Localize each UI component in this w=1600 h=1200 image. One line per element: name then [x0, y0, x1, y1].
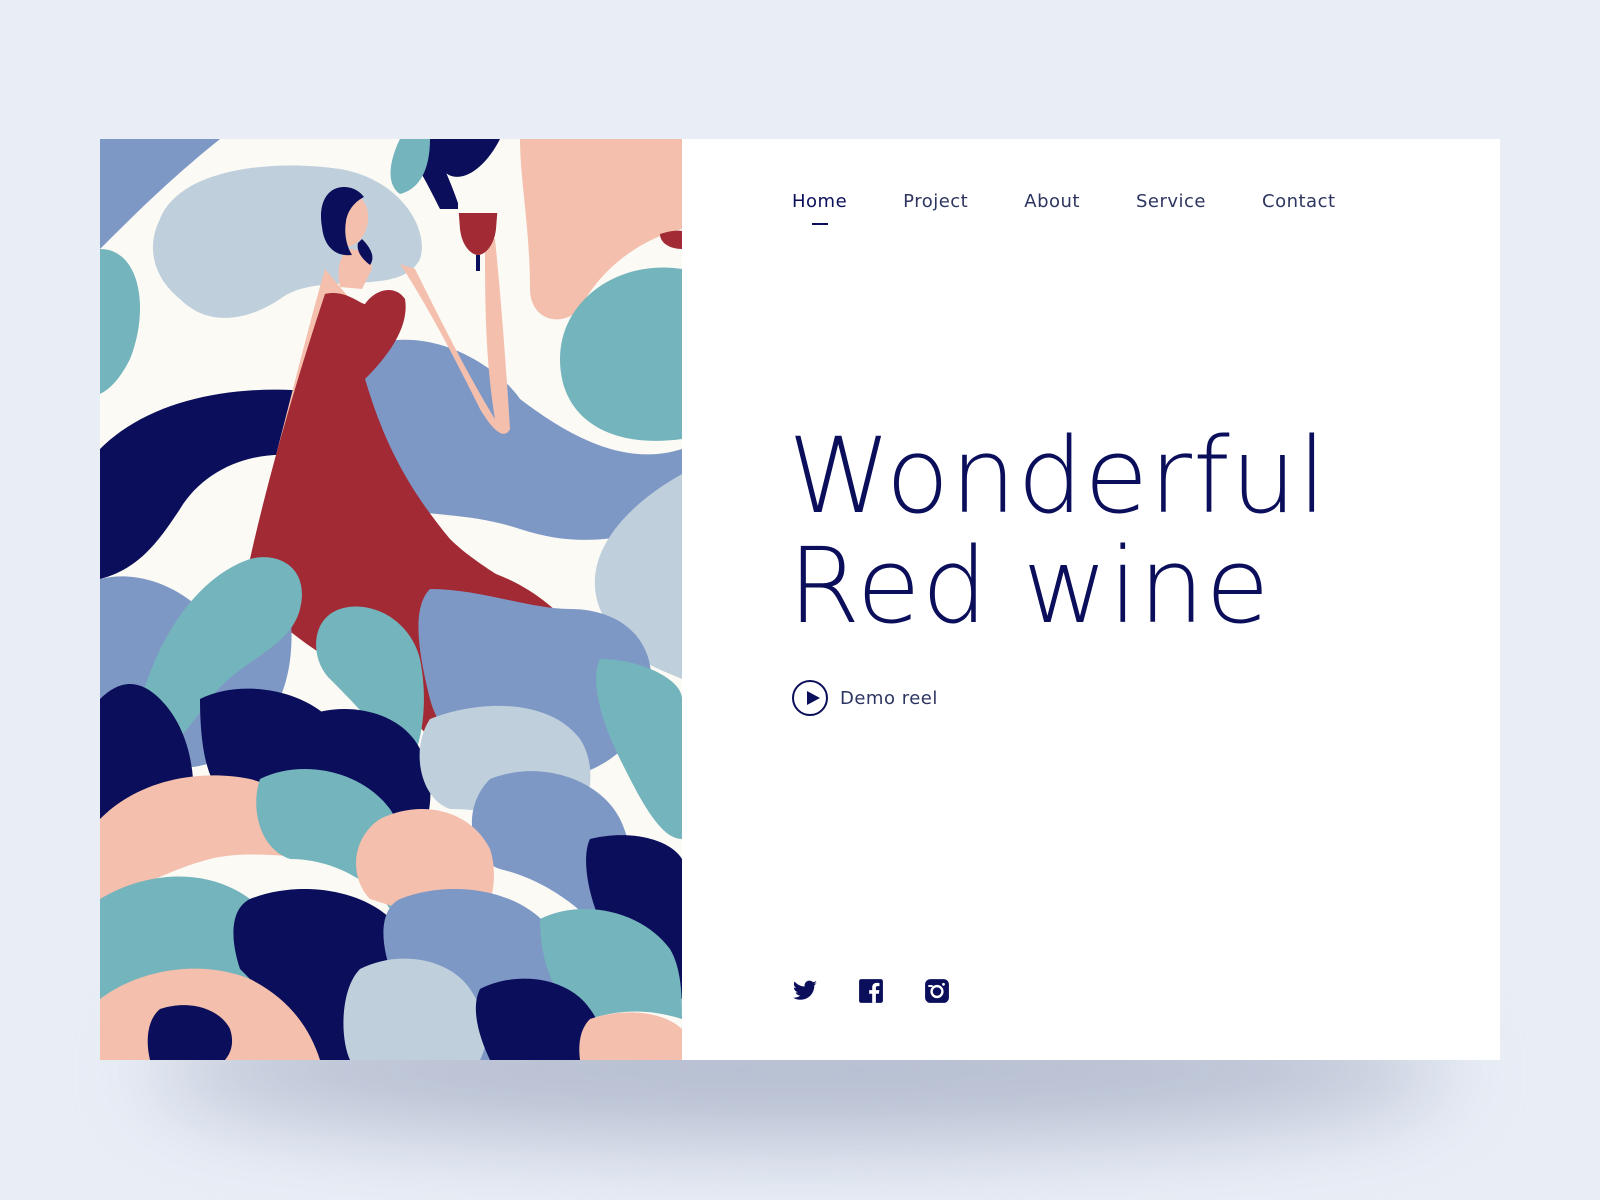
play-icon[interactable]: [792, 680, 828, 716]
demo-reel-button[interactable]: Demo reel: [792, 680, 938, 716]
nav-item-service[interactable]: Service: [1136, 191, 1206, 212]
landing-card: Home Project About Service Contact Wonde…: [100, 139, 1500, 1060]
nav-item-home[interactable]: Home: [792, 191, 847, 225]
nav-item-project[interactable]: Project: [903, 191, 968, 212]
hero-title-line-2: Red wine: [788, 525, 1271, 647]
social-links: [792, 978, 950, 1004]
nav-item-contact[interactable]: Contact: [1262, 191, 1336, 212]
hero-title: Wonderful Red wine: [788, 421, 1327, 641]
hero-illustration: [100, 139, 682, 1060]
nav-item-about[interactable]: About: [1024, 191, 1080, 212]
main-nav: Home Project About Service Contact: [792, 191, 1392, 225]
instagram-icon[interactable]: [924, 978, 950, 1004]
demo-reel-label: Demo reel: [840, 687, 938, 709]
twitter-icon[interactable]: [792, 978, 818, 1004]
hero-title-line-1: Wonderful: [788, 415, 1328, 537]
facebook-icon[interactable]: [858, 978, 884, 1004]
